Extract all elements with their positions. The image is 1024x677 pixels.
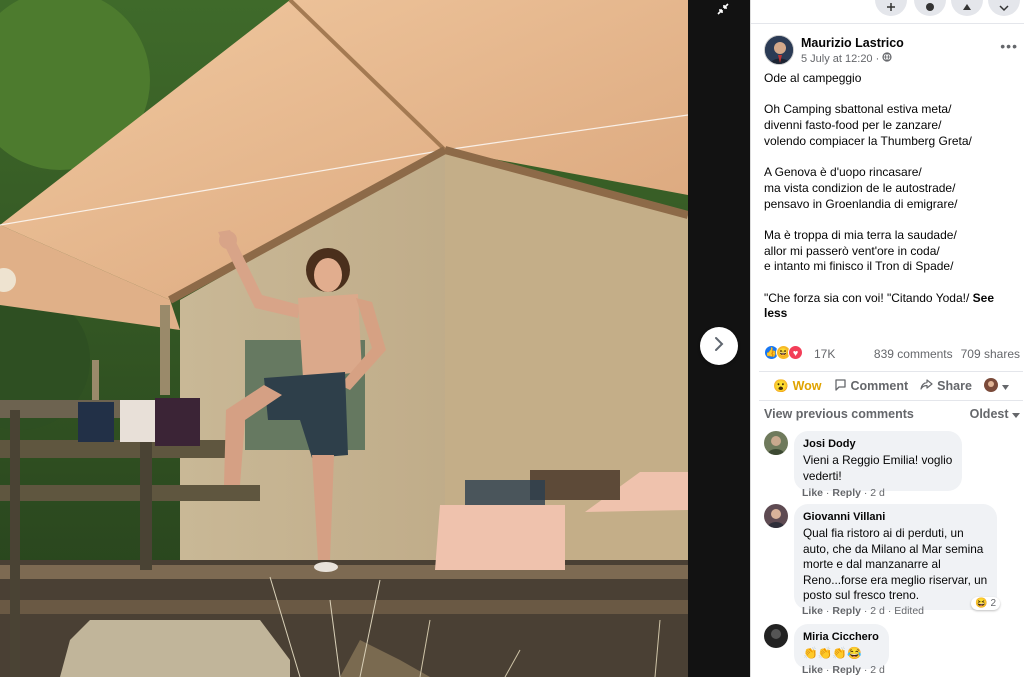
post-meta: 5 July at 12:20 ·	[801, 52, 892, 65]
love-reaction-icon: ♥	[788, 345, 803, 360]
commenter-avatar[interactable]	[764, 624, 788, 648]
create-icon[interactable]	[875, 0, 907, 16]
share-icon	[920, 378, 933, 394]
poem-line: divenni fasto-food per le zanzare/	[764, 118, 942, 133]
comments-count[interactable]: 839 comments	[874, 347, 953, 361]
comment-text: auto, che da Milano al Mar semina	[803, 541, 984, 556]
comment-text: morte e dal manzanarre al	[803, 557, 941, 572]
stanza: Oh Camping sbattonal estiva meta/ divenn…	[764, 102, 1014, 149]
post-text: Ode al campeggio Oh Camping sbattonal es…	[764, 71, 1014, 322]
author-avatar[interactable]	[764, 35, 794, 65]
reaction-icons[interactable]: 👍 😆 ♥	[764, 345, 803, 360]
closing-line: "Che forza sia con voi! "Citando Yoda!/ …	[764, 291, 1014, 322]
post-title: Ode al campeggio	[764, 71, 862, 85]
comment-bubble: Miria Cicchero 👏👏👏😂	[794, 624, 889, 669]
comment-reaction-count: 2	[990, 598, 997, 609]
next-photo-button[interactable]	[700, 327, 738, 365]
reaction-count[interactable]: 17K	[814, 347, 835, 361]
profile-avatar-icon	[983, 377, 998, 395]
poem-line: pensavo in Groenlandia di emigrare/	[764, 196, 958, 211]
top-bar	[751, 0, 1024, 24]
comment-age[interactable]: 2 d	[870, 487, 885, 499]
chevron-right-icon	[713, 336, 725, 357]
view-previous-comments-link[interactable]: View previous comments	[764, 407, 914, 421]
messenger-icon[interactable]	[914, 0, 946, 16]
like-link[interactable]: Like	[802, 664, 823, 676]
poem-last-line: "Che forza sia con voi! "Citando Yoda!/	[764, 290, 973, 305]
comment-age[interactable]: 2 d	[870, 664, 885, 676]
post-date[interactable]: 5 July at 12:20	[801, 53, 873, 65]
comment-icon	[834, 378, 847, 394]
comment-bubble: Giovanni Villani Qual fia ristoro ai di …	[794, 504, 998, 611]
sort-label: Oldest	[969, 407, 1009, 421]
chevron-down-icon	[1001, 379, 1009, 393]
comments-sort-dropdown[interactable]: Oldest	[970, 407, 1020, 421]
comment-meta: Like · Reply · 2 d	[802, 487, 885, 499]
poem-line: ma vista condizion de le autostrade/	[764, 180, 956, 195]
post-panel: Maurizio Lastrico 5 July at 12:20 · ••• …	[750, 0, 1024, 677]
reply-link[interactable]: Reply	[832, 487, 861, 499]
share-label: Share	[937, 379, 972, 393]
comment-bubble: Josi Dody Vieni a Reggio Emilia! voglio …	[794, 431, 963, 492]
comment-button[interactable]: Comment	[828, 378, 915, 394]
profile-selector[interactable]	[978, 377, 1015, 395]
comment-reactions[interactable]: 😆 2	[971, 597, 1001, 610]
wow-icon: 😮	[773, 378, 789, 393]
haha-reaction-icon: 😆	[975, 598, 988, 609]
comment-text: 👏👏👏😂	[803, 646, 862, 661]
poem-line: Ma è troppa di mia terra la saudade/	[764, 227, 957, 242]
reply-link[interactable]: Reply	[832, 605, 861, 617]
more-options-button[interactable]: •••	[1000, 38, 1018, 54]
reply-link[interactable]: Reply	[832, 664, 861, 676]
comment-text: Vieni a Reggio Emilia! voglio	[803, 453, 953, 468]
commenter-name[interactable]: Miria Cicchero	[803, 630, 879, 645]
commenter-avatar[interactable]	[764, 431, 788, 455]
comment-text: posto sul fresco treno.	[803, 588, 920, 603]
poem-line: A Genova è d'uopo rincasare/	[764, 165, 922, 180]
share-button[interactable]: Share	[914, 378, 978, 394]
poem-line: Oh Camping sbattonal estiva meta/	[764, 102, 952, 117]
edited-label[interactable]: Edited	[894, 605, 924, 617]
notifications-icon[interactable]	[951, 0, 983, 16]
commenter-name[interactable]: Giovanni Villani	[803, 510, 987, 525]
campsite-photo	[0, 0, 688, 677]
collapse-arrows-icon[interactable]	[712, 0, 734, 20]
wow-label: Wow	[792, 379, 822, 393]
wow-button[interactable]: 😮 Wow	[759, 379, 828, 394]
comment-age[interactable]: 2 d	[870, 605, 885, 617]
comment-text: Qual fia ristoro ai di perduti, un	[803, 526, 964, 541]
poem-line: volendo compiacer la Thumberg Greta/	[764, 133, 972, 148]
poem-line: e intanto mi finisco il Tron di Spade/	[764, 259, 954, 274]
comment-text: vederti!	[803, 468, 842, 483]
comment-label: Comment	[850, 379, 909, 393]
post-actions: 😮 Wow Comment Share	[759, 371, 1023, 401]
post-header: Maurizio Lastrico 5 July at 12:20 · •••	[764, 34, 1020, 68]
globe-icon	[882, 52, 892, 65]
poem-line: allor mi passerò vent'ore in coda/	[764, 243, 940, 258]
stanza: A Genova è d'uopo rincasare/ ma vista co…	[764, 165, 1014, 212]
account-menu-icon[interactable]	[988, 0, 1020, 16]
comment-text: Reno...forse era meglio riservar, un	[803, 572, 988, 587]
photo-viewer	[0, 0, 750, 677]
comments-header: View previous comments Oldest	[764, 406, 1020, 422]
reactions-summary: 👍 😆 ♥ 17K 839 comments 709 shares	[764, 345, 1020, 363]
author-name[interactable]: Maurizio Lastrico	[801, 36, 904, 50]
like-link[interactable]: Like	[802, 605, 823, 617]
comment-meta: Like · Reply · 2 d	[802, 664, 885, 676]
shares-count[interactable]: 709 shares	[961, 347, 1020, 361]
comment-meta: Like · Reply · 2 d · Edited	[802, 605, 925, 617]
chevron-down-icon	[1012, 407, 1020, 421]
stanza: Ma è troppa di mia terra la saudade/ all…	[764, 228, 1014, 275]
commenter-avatar[interactable]	[764, 504, 788, 528]
like-link[interactable]: Like	[802, 487, 823, 499]
commenter-name[interactable]: Josi Dody	[803, 437, 952, 452]
